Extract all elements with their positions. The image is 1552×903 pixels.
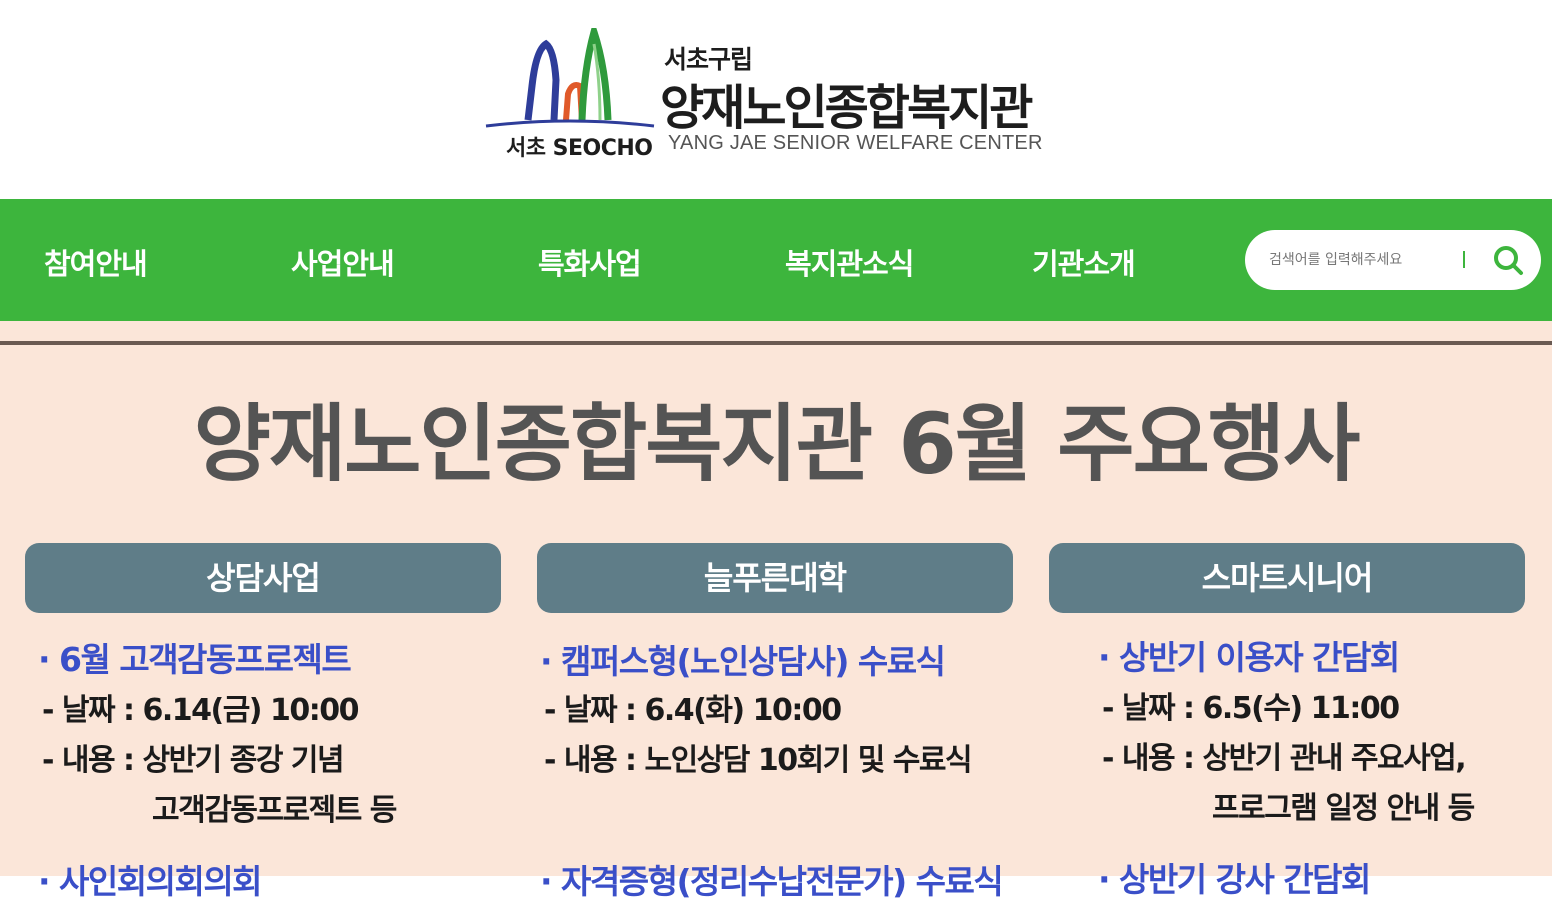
nav-item-news[interactable]: 복지관소식 xyxy=(785,241,914,283)
column-heading: 상담사업 xyxy=(25,543,501,613)
column-heading: 스마트시니어 xyxy=(1049,543,1525,613)
event-column-evergreen-college: 늘푸른대학 xyxy=(537,543,1013,613)
event-date: - 날짜 : 6.14(금) 10:00 xyxy=(42,693,359,728)
nav-item-about[interactable]: 기관소개 xyxy=(1032,241,1136,283)
banner-divider xyxy=(0,341,1552,345)
event-title: · 캠퍼스형(노인상담사) 수료식 xyxy=(540,642,946,681)
logo-english-name: YANG JAE SENIOR WELFARE CENTER xyxy=(668,132,1043,154)
search-box xyxy=(1245,230,1541,290)
banner-title: 양재노인종합복지관 6월 주요행사 xyxy=(193,395,1361,493)
nav-item-programs[interactable]: 사업안내 xyxy=(291,241,395,283)
event-content: - 내용 : 상반기 종강 기념 xyxy=(42,743,345,778)
event-title: · 사인회의회의회 xyxy=(38,862,263,901)
nav-item-special-programs[interactable]: 특화사업 xyxy=(538,241,642,283)
event-title: · 자격증형(정리수납전문가) 수료식 xyxy=(540,862,1004,901)
event-date: - 날짜 : 6.5(수) 11:00 xyxy=(1102,691,1400,726)
event-content-continued: 고객감동프로젝트 등 xyxy=(152,793,397,828)
seocho-logo-mark-icon xyxy=(485,28,655,128)
event-title: · 6월 고객감동프로젝트 xyxy=(38,640,352,679)
event-content: - 내용 : 상반기 관내 주요사업, xyxy=(1102,741,1467,776)
main-nav: 참여안내 사업안내 특화사업 복지관소식 기관소개 xyxy=(0,199,1552,321)
search-divider xyxy=(1463,251,1465,268)
event-date: - 날짜 : 6.4(화) 10:00 xyxy=(544,693,842,728)
site-logo[interactable]: 서초 SEOCHO 서초구립 양재노인종합복지관 YANG JAE SENIOR… xyxy=(484,28,1084,168)
event-column-counseling: 상담사업 xyxy=(25,543,501,613)
event-content: - 내용 : 노인상담 10회기 및 수료식 xyxy=(544,743,973,778)
search-icon[interactable] xyxy=(1489,242,1529,278)
logo-seocho-label: 서초 SEOCHO xyxy=(506,136,653,161)
search-input[interactable] xyxy=(1267,246,1461,274)
event-content-continued: 프로그램 일정 안내 등 xyxy=(1212,791,1475,826)
event-banner[interactable]: 양재노인종합복지관 6월 주요행사 상담사업 · 6월 고객감동프로젝트 - 날… xyxy=(0,321,1552,901)
event-column-smart-senior: 스마트시니어 xyxy=(1049,543,1525,613)
nav-item-participation[interactable]: 참여안내 xyxy=(44,241,148,283)
logo-center-name: 양재노인종합복지관 xyxy=(660,80,1033,136)
event-title: · 상반기 이용자 간담회 xyxy=(1098,638,1400,677)
event-title: · 상반기 강사 간담회 xyxy=(1098,860,1371,899)
site-header: 서초 SEOCHO 서초구립 양재노인종합복지관 YANG JAE SENIOR… xyxy=(0,0,1552,199)
column-heading: 늘푸른대학 xyxy=(537,543,1013,613)
